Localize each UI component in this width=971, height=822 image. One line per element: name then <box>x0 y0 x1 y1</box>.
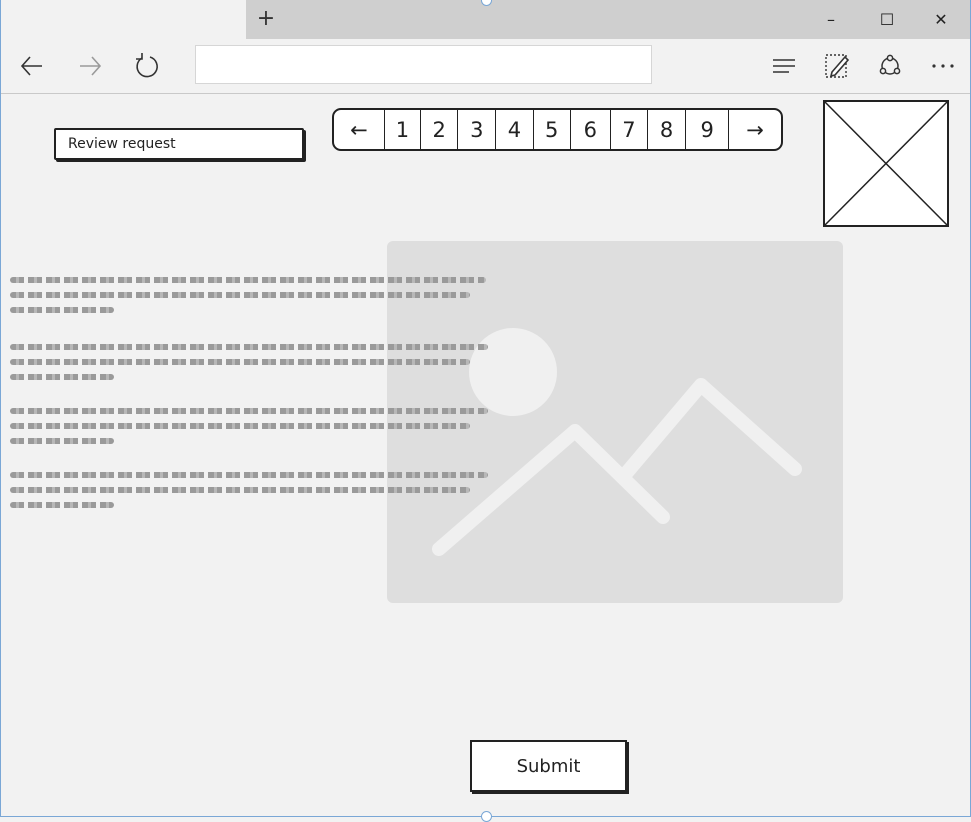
refresh-icon <box>136 53 158 78</box>
review-request-field[interactable]: Review request <box>54 128 304 160</box>
pagination-page-3[interactable]: 3 <box>457 110 495 149</box>
browser-window: + – ☐ ✕ Review request ← 1 2 3 4 5 6 7 8… <box>0 0 971 817</box>
pagination-page-7[interactable]: 7 <box>609 110 647 149</box>
hub-button[interactable] <box>767 49 801 83</box>
resize-handle-bottom[interactable] <box>481 811 492 822</box>
refresh-button[interactable] <box>130 49 164 83</box>
placeholder-paragraph <box>10 472 490 517</box>
share-icon <box>879 54 901 75</box>
address-bar[interactable] <box>195 45 652 84</box>
reading-list-icon <box>773 59 795 73</box>
maximize-button[interactable]: ☐ <box>859 0 915 39</box>
forward-arrow-icon <box>80 56 102 76</box>
minimize-button[interactable]: – <box>803 0 859 39</box>
more-button[interactable] <box>926 49 960 83</box>
pagination-prev-button[interactable]: ← <box>334 110 384 149</box>
active-tab[interactable] <box>1 0 246 39</box>
close-button[interactable]: ✕ <box>913 0 969 39</box>
more-dots-icon <box>932 64 954 68</box>
pagination-page-6[interactable]: 6 <box>569 110 610 149</box>
pen-note-icon <box>825 54 850 78</box>
web-note-button[interactable] <box>820 49 854 83</box>
placeholder-paragraph <box>10 408 490 453</box>
pagination-page-4[interactable]: 4 <box>495 110 532 149</box>
image-placeholder-icon <box>823 100 949 227</box>
new-tab-button[interactable]: + <box>253 6 279 32</box>
pagination-page-5[interactable]: 5 <box>532 110 570 149</box>
pagination-page-1[interactable]: 1 <box>383 110 420 149</box>
forward-button[interactable] <box>73 49 107 83</box>
pagination-page-8[interactable]: 8 <box>647 110 685 149</box>
share-button[interactable] <box>873 49 907 83</box>
pagination: ← 1 2 3 4 5 6 7 8 9 → <box>332 108 783 151</box>
back-arrow-icon <box>20 56 42 76</box>
placeholder-paragraph <box>10 277 490 322</box>
pagination-next-button[interactable]: → <box>728 110 781 149</box>
navigation-bar <box>1 39 970 94</box>
submit-button[interactable]: Submit <box>470 740 627 792</box>
placeholder-paragraph <box>10 344 490 389</box>
pagination-page-2[interactable]: 2 <box>420 110 457 149</box>
pagination-page-9[interactable]: 9 <box>685 110 728 149</box>
back-button[interactable] <box>15 49 49 83</box>
